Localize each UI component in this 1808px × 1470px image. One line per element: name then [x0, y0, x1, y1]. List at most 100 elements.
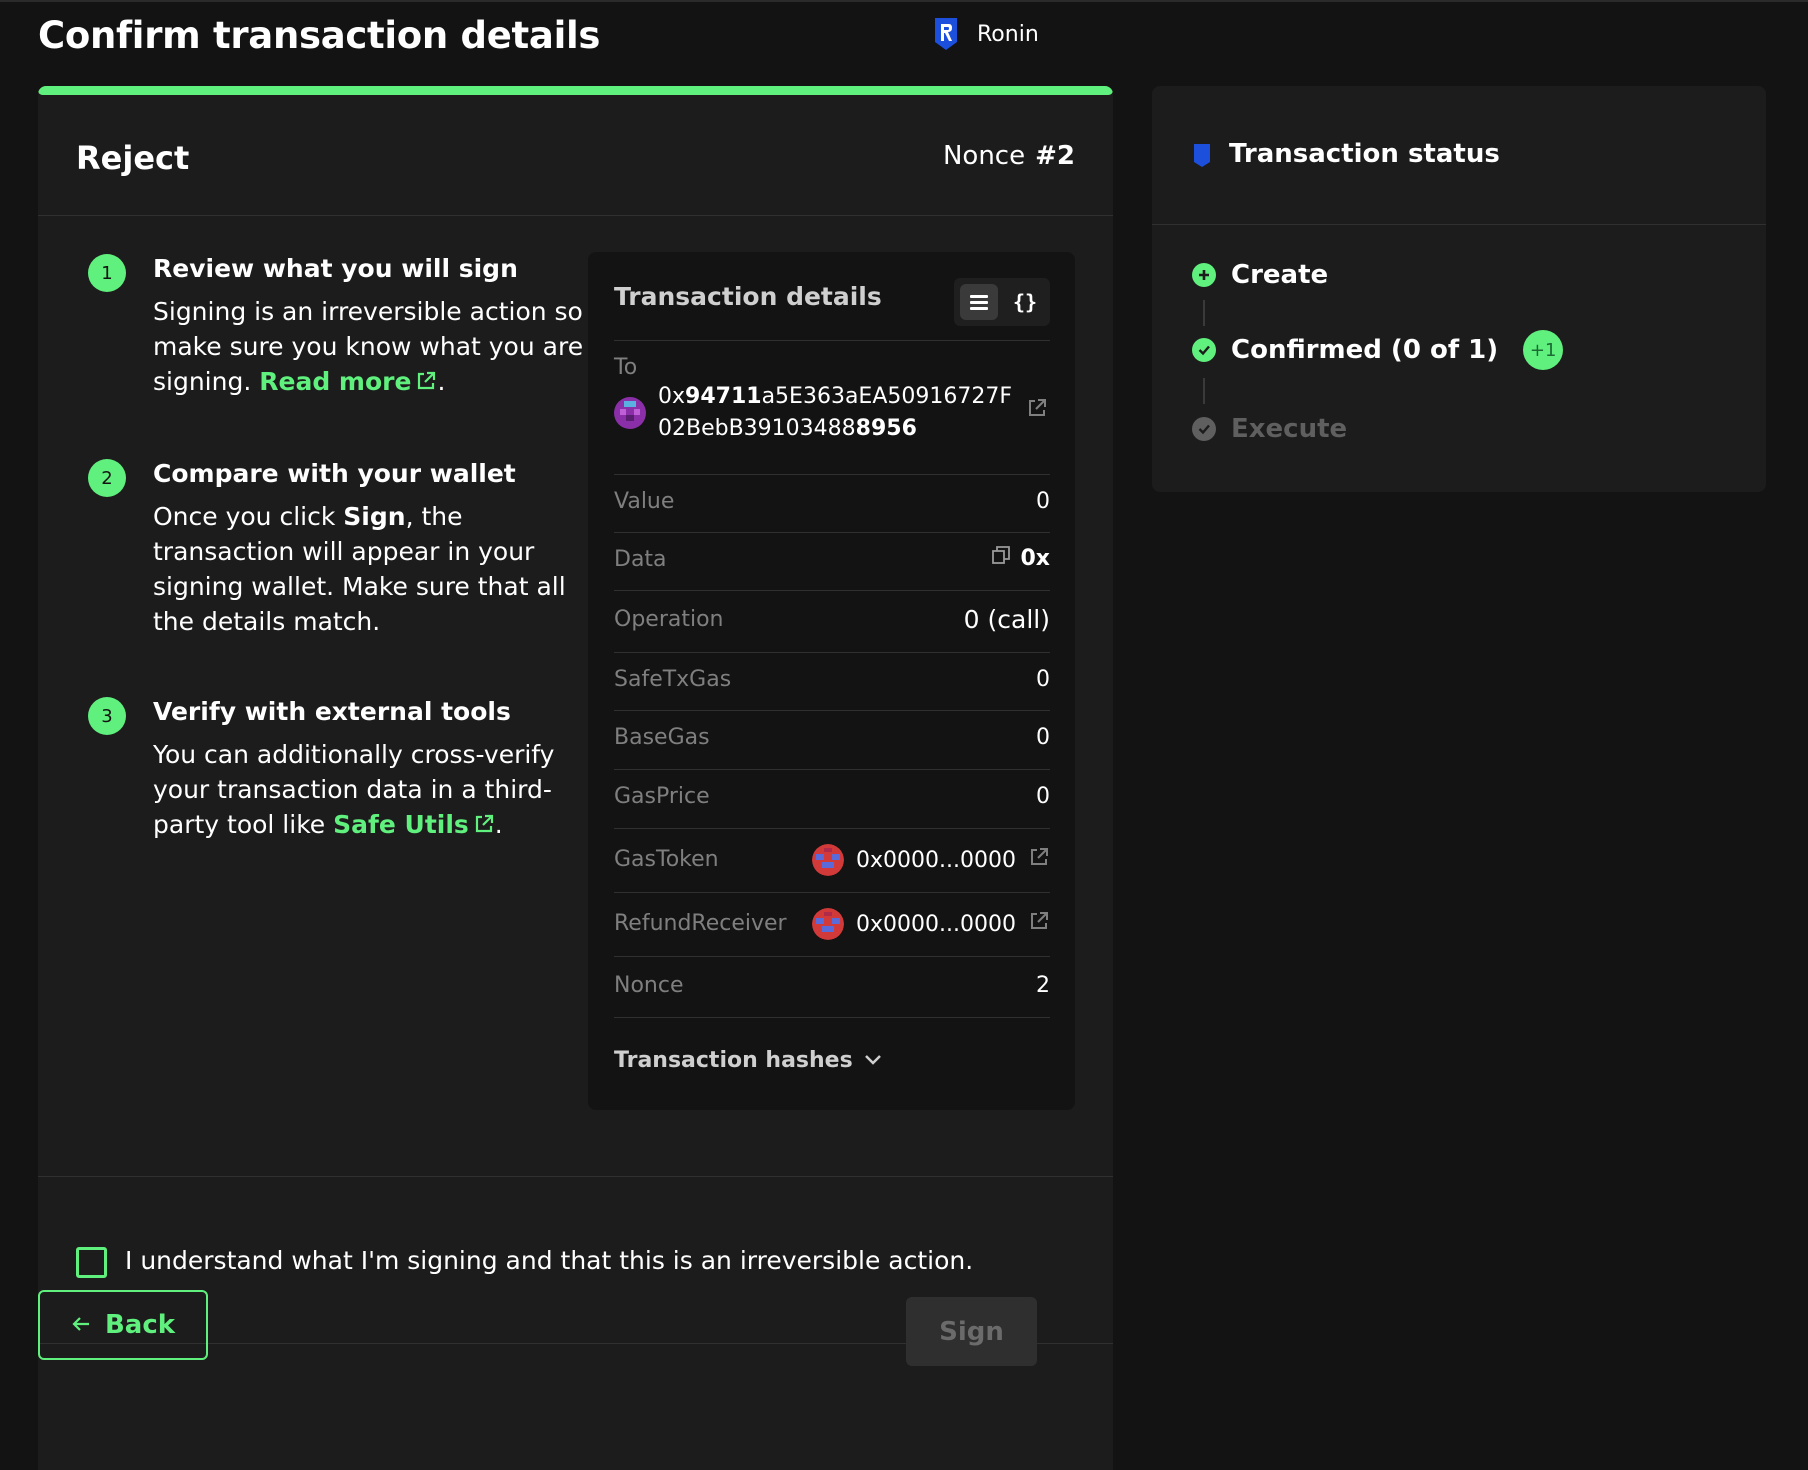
to-label: To	[614, 355, 638, 380]
gastoken-identicon	[812, 844, 845, 876]
value-label: Value	[614, 489, 675, 514]
back-label: Back	[104, 1310, 176, 1340]
safe-shield-icon	[1192, 142, 1212, 172]
data-value: 0x	[1020, 545, 1051, 571]
nonce-row-value: 2	[1036, 973, 1050, 998]
step-text: Signing is an irreversible action so mak…	[153, 294, 588, 401]
json-view-button[interactable]: {}	[1006, 284, 1044, 320]
step-text: You can additionally cross-verify your t…	[153, 737, 588, 844]
nonce-row-label: Nonce	[614, 973, 684, 998]
step-compare: 2 Compare with your wallet Once you clic…	[88, 457, 588, 639]
details-title: Transaction details	[614, 282, 882, 311]
to-address: 0x94711a5E363aEA50916727F02BebB391034888…	[658, 381, 1018, 445]
refundreceiver-identicon	[812, 908, 845, 940]
status-execute: Execute	[1192, 414, 1347, 444]
external-link-icon	[473, 809, 495, 844]
read-more-label: Read more	[259, 367, 412, 396]
step-title: Verify with external tools	[153, 697, 511, 726]
refundreceiver-address: 0x0000...0000	[812, 908, 1050, 940]
operation-value: 0 (call)	[963, 605, 1050, 634]
page-title: Confirm transaction details	[38, 14, 601, 57]
acknowledge-label[interactable]: I understand what I'm signing and that t…	[125, 1246, 973, 1275]
detail-row-to: To 0x94711a5E363aEA50916727F02BebB391034…	[614, 340, 1050, 475]
detail-row-safetxgas: SafeTxGas 0	[614, 652, 1050, 711]
braces-icon: {}	[1012, 290, 1038, 314]
step-review: 1 Review what you will sign Signing is a…	[88, 252, 588, 401]
detail-row-gasprice: GasPrice 0	[614, 769, 1050, 829]
step-text: Once you click Sign, the transaction wil…	[153, 499, 588, 639]
addr-bold-start: 94711	[685, 384, 762, 409]
detail-row-refundreceiver: RefundReceiver 0x0000...0000	[614, 892, 1050, 957]
copy-icon[interactable]	[991, 545, 1011, 571]
confirmations-badge: +1	[1523, 330, 1564, 370]
detail-row-data: Data 0x	[614, 532, 1050, 591]
list-icon	[970, 295, 988, 310]
transaction-card: Reject Nonce #2 1 Review what you will si…	[38, 86, 1113, 1470]
network-name: Ronin	[977, 21, 1039, 47]
addr-middle-2: 88	[827, 416, 856, 441]
external-link-icon	[415, 366, 437, 401]
step-number: 2	[88, 459, 126, 497]
status-create: Create	[1192, 260, 1328, 290]
safetxgas-value: 0	[1036, 667, 1050, 692]
refundreceiver-label: RefundReceiver	[614, 911, 787, 936]
transaction-status-panel: Transaction status Create Confirmed (0 o…	[1152, 86, 1766, 492]
operation-label: Operation	[614, 607, 724, 632]
safe-utils-link[interactable]: Safe Utils	[333, 810, 495, 839]
nonce-value: #2	[1035, 141, 1075, 171]
transaction-details-panel: Transaction details {} To 0x94711a5E363a…	[588, 252, 1075, 1110]
status-create-label: Create	[1231, 260, 1329, 290]
top-border	[0, 0, 1808, 2]
signing-steps: 1 Review what you will sign Signing is a…	[88, 252, 588, 844]
detail-row-value: Value 0	[614, 474, 1050, 533]
check-circle-icon	[1192, 417, 1216, 441]
chevron-down-icon	[863, 1048, 883, 1073]
step-title: Review what you will sign	[153, 254, 518, 283]
status-connector	[1203, 378, 1205, 404]
back-button[interactable]: Back	[38, 1290, 208, 1360]
hashes-label: Transaction hashes	[614, 1048, 853, 1073]
step-title: Compare with your wallet	[153, 459, 516, 488]
ronin-logo-icon	[933, 16, 959, 52]
detail-row-nonce: Nonce 2	[614, 956, 1050, 1018]
gasprice-value: 0	[1036, 784, 1050, 809]
nonce-display: Nonce #2	[943, 141, 1075, 171]
gastoken-label: GasToken	[614, 847, 719, 872]
read-more-link[interactable]: Read more	[259, 367, 437, 396]
status-connector	[1203, 300, 1205, 326]
detail-row-operation: Operation 0 (call)	[614, 590, 1050, 653]
step-text-bold: Sign	[343, 502, 406, 531]
nonce-label: Nonce	[942, 141, 1026, 171]
step-number: 3	[88, 697, 126, 735]
refundreceiver-value: 0x0000...0000	[856, 911, 1016, 937]
step-suffix: .	[494, 810, 503, 839]
step-suffix: .	[437, 367, 446, 396]
open-explorer-icon[interactable]	[1028, 910, 1050, 938]
to-identicon	[614, 397, 646, 435]
acknowledge-checkbox[interactable]	[76, 1247, 107, 1278]
open-explorer-icon[interactable]	[1028, 846, 1050, 874]
gastoken-address: 0x0000...0000	[812, 844, 1050, 876]
data-value-wrap: 0x	[991, 545, 1051, 571]
safetxgas-label: SafeTxGas	[614, 667, 732, 692]
transaction-type: Reject	[76, 139, 190, 177]
open-explorer-icon[interactable]	[1026, 397, 1048, 425]
step-verify: 3 Verify with external tools You can add…	[88, 695, 588, 844]
progress-bar	[38, 86, 1113, 95]
gasprice-label: GasPrice	[614, 784, 710, 809]
basegas-value: 0	[1036, 725, 1050, 750]
detail-row-basegas: BaseGas 0	[614, 710, 1050, 770]
card-header: Reject Nonce #2	[38, 95, 1113, 216]
detail-row-gastoken: GasToken 0x0000...0000	[614, 828, 1050, 893]
gastoken-value: 0x0000...0000	[856, 847, 1016, 873]
arrow-left-icon	[71, 1310, 91, 1340]
list-view-button[interactable]	[960, 284, 998, 320]
addr-prefix: 0x	[658, 384, 686, 409]
transaction-hashes-toggle[interactable]: Transaction hashes	[614, 1048, 883, 1073]
sign-button[interactable]: Sign	[906, 1297, 1037, 1366]
status-execute-label: Execute	[1231, 414, 1348, 444]
basegas-label: BaseGas	[614, 725, 710, 750]
view-toggle: {}	[954, 278, 1050, 326]
step-text-prefix: Once you click	[153, 502, 336, 531]
status-header: Transaction status	[1152, 86, 1766, 225]
